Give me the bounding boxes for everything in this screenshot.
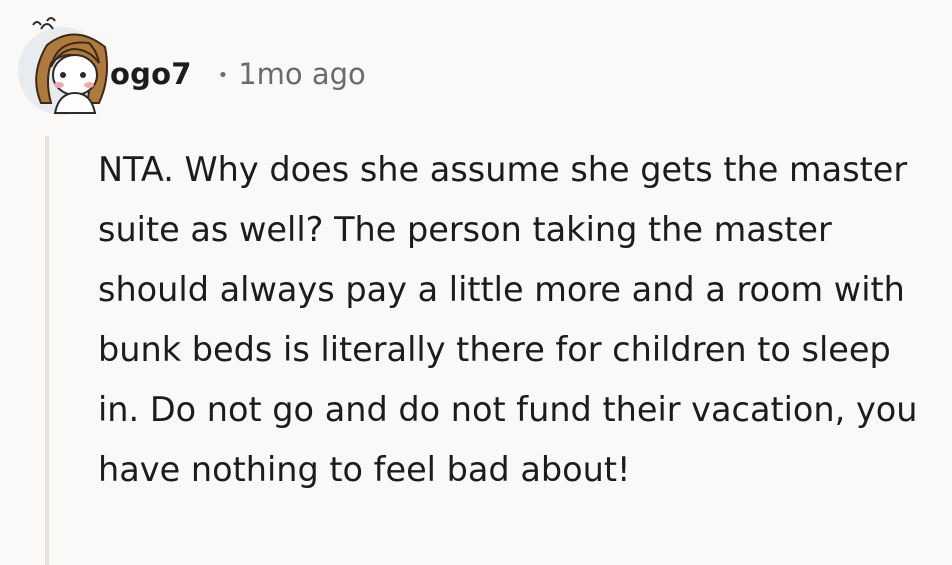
- comment-meta: ogo7 • 1mo ago: [110, 52, 366, 96]
- thread-line[interactable]: [45, 136, 49, 565]
- comment: ogo7 • 1mo ago NTA. Why does she assume …: [0, 0, 952, 565]
- meta-separator: •: [217, 64, 229, 86]
- username-link[interactable]: ogo7: [110, 57, 192, 91]
- user-avatar-icon[interactable]: [17, 15, 109, 115]
- avatar-illustration: [18, 17, 108, 115]
- timestamp[interactable]: 1mo ago: [238, 57, 366, 91]
- comment-body: NTA. Why does she assume she gets the ma…: [98, 150, 918, 489]
